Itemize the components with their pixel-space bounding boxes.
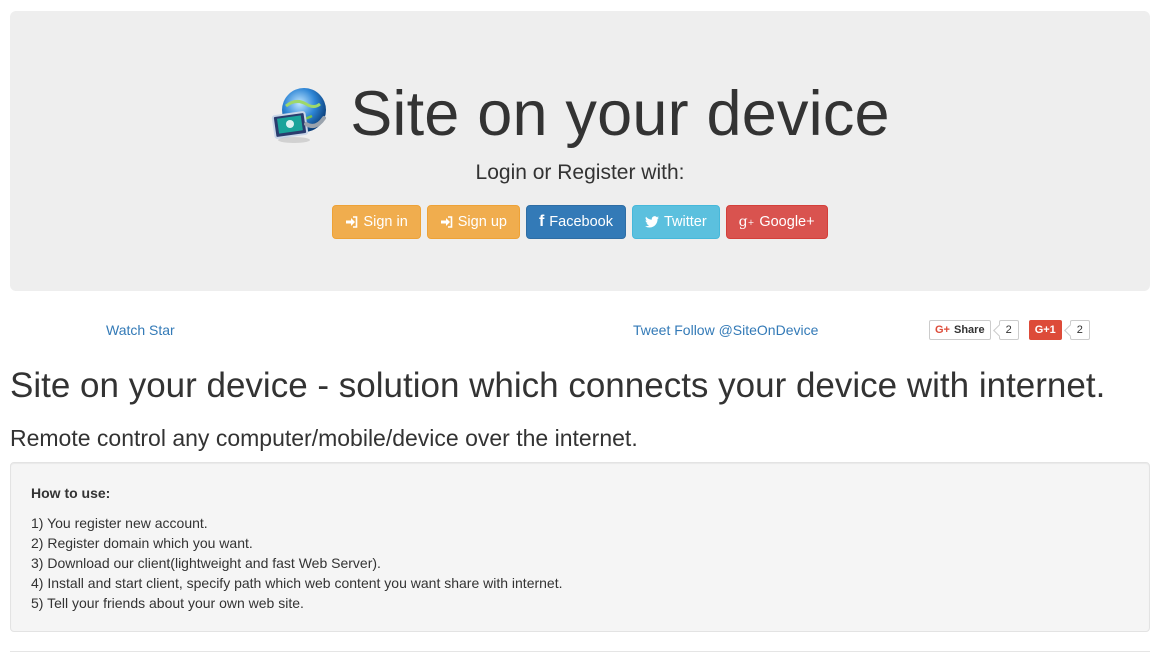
social-widgets-row: Watch Star Tweet Follow @SiteOnDevice G+… — [0, 320, 1164, 344]
sign-in-button[interactable]: Sign in — [332, 205, 421, 239]
facebook-label: Facebook — [549, 214, 613, 230]
google-plus-label: Google+ — [759, 214, 815, 230]
sign-in-label: Sign in — [363, 214, 408, 230]
how-to-step: 3) Download our client(lightweight and f… — [31, 555, 381, 571]
sign-up-button[interactable]: Sign up — [426, 205, 520, 239]
google-plus-icon: g + — [738, 214, 755, 230]
hero-title-row: Site on your device — [10, 83, 1150, 146]
google-share-count: 2 — [998, 320, 1019, 340]
twitter-icon — [644, 216, 659, 228]
twitter-tweet-follow-link[interactable]: Tweet Follow @SiteOnDevice — [633, 322, 818, 338]
google-plus-one-button[interactable]: G+1 — [1028, 320, 1062, 340]
hero-title: Site on your device — [350, 79, 890, 149]
google-plus-widgets: G+ Share 2 G+1 2 — [929, 320, 1090, 340]
how-to-step: 4) Install and start client, specify pat… — [31, 575, 563, 591]
sign-in-icon — [345, 216, 358, 228]
sign-in-icon — [440, 216, 453, 228]
twitter-label: Twitter — [663, 214, 707, 230]
jumbotron: Site on your device Login or Register wi… — [10, 11, 1150, 291]
facebook-login-button[interactable]: f Facebook — [525, 205, 626, 239]
google-share-button[interactable]: G+ Share — [929, 320, 991, 340]
facebook-icon: f — [538, 213, 545, 230]
google-share-label: Share — [953, 324, 985, 336]
how-to-steps-list: 1) You register new account. 2) Register… — [31, 513, 1129, 613]
twitter-login-button[interactable]: Twitter — [631, 205, 720, 239]
how-to-step: 5) Tell your friends about your own web … — [31, 595, 304, 611]
how-to-use-title: How to use: — [31, 485, 111, 501]
how-to-step: 1) You register new account. — [31, 515, 208, 531]
login-prompt: Login or Register with: — [475, 161, 685, 184]
google-plus-one-count: 2 — [1069, 320, 1090, 340]
google-plus-login-button[interactable]: g + Google+ — [725, 205, 828, 239]
sign-up-label: Sign up — [457, 214, 507, 230]
github-watch-star-link[interactable]: Watch Star — [106, 322, 175, 338]
main-heading: Site on your device - solution which con… — [10, 366, 1106, 405]
site-logo-icon — [272, 87, 327, 143]
how-to-step: 2) Register domain which you want. — [31, 535, 253, 551]
how-to-use-panel: How to use: 1) You register new account.… — [10, 462, 1150, 632]
sub-heading: Remote control any computer/mobile/devic… — [10, 425, 638, 451]
auth-button-row: Sign in Sign up f Facebook Twitter g + Go… — [10, 205, 1150, 239]
footer-divider — [10, 651, 1150, 652]
google-plus-icon: G+ — [935, 324, 950, 336]
